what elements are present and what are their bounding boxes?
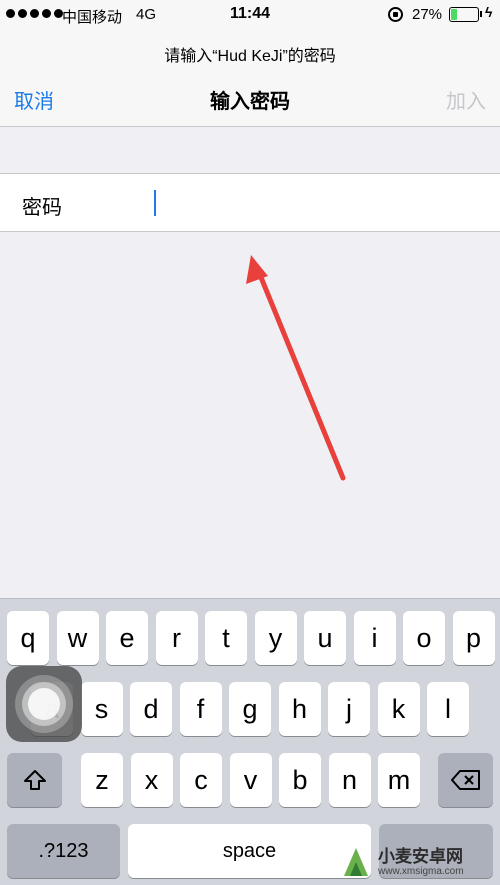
key-b[interactable]: b [279, 753, 321, 807]
key-l[interactable]: l [427, 682, 469, 736]
key-g[interactable]: g [229, 682, 271, 736]
key-f[interactable]: f [179, 682, 222, 736]
delete-backspace-icon [450, 770, 480, 790]
key-n[interactable]: n [328, 753, 371, 807]
key-w[interactable]: w [56, 611, 99, 665]
space-key[interactable]: space [128, 824, 371, 878]
key-r[interactable]: r [155, 611, 198, 665]
key-u[interactable]: u [304, 611, 346, 665]
key-s[interactable]: s [80, 682, 123, 736]
assistive-touch-button[interactable] [6, 666, 82, 742]
key-e[interactable]: e [106, 611, 148, 665]
key-y[interactable]: y [254, 611, 297, 665]
key-p[interactable]: p [452, 611, 495, 665]
key-k[interactable]: k [377, 682, 420, 736]
key-c[interactable]: c [180, 753, 222, 807]
key-t[interactable]: t [205, 611, 247, 665]
key-j[interactable]: j [328, 682, 370, 736]
delete-key[interactable] [438, 753, 493, 807]
watermark-site: www.xmsigma.com [378, 865, 464, 877]
numbers-key[interactable]: .?123 [7, 824, 120, 878]
shift-key[interactable] [7, 753, 62, 807]
key-d[interactable]: d [130, 682, 172, 736]
key-h[interactable]: h [278, 682, 321, 736]
key-x[interactable]: x [130, 753, 173, 807]
key-m[interactable]: m [378, 753, 420, 807]
watermark: 小麦安卓网 www.xmsigma.com [340, 840, 500, 884]
key-v[interactable]: v [229, 753, 272, 807]
key-q[interactable]: q [7, 611, 49, 665]
key-z[interactable]: z [81, 753, 123, 807]
shift-arrow-icon [23, 770, 46, 790]
watermark-logo-icon [344, 848, 368, 876]
watermark-brand: 小麦安卓网 [378, 846, 463, 866]
key-i[interactable]: i [353, 611, 396, 665]
key-o[interactable]: o [403, 611, 445, 665]
